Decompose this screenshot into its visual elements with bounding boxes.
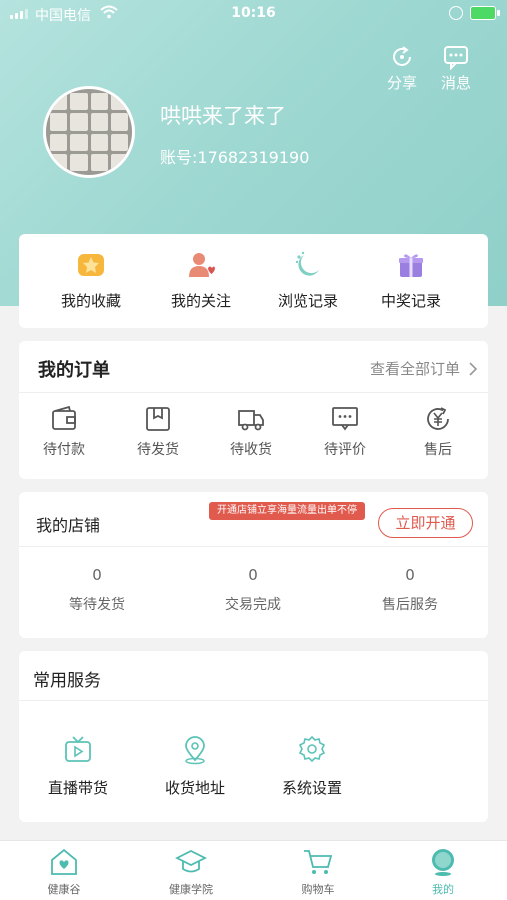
tab-cart[interactable]: 购物车 <box>273 847 363 897</box>
stat-value: 0 <box>92 566 102 584</box>
message-label: 消息 <box>440 74 471 92</box>
share-label: 分享 <box>386 74 417 92</box>
tv-icon <box>65 736 91 762</box>
live-selling-service[interactable]: 直播带货 <box>28 735 128 798</box>
clock: 10:16 <box>231 5 276 21</box>
gear-icon <box>298 735 326 763</box>
username: 哄哄来了来了 <box>160 104 286 128</box>
stat-label: 售后服务 <box>382 597 438 613</box>
comment-icon <box>332 407 358 431</box>
shop-header: 我的店铺 开通店铺立享海量流量出单不停 立即开通 <box>19 492 488 547</box>
stat-label: 交易完成 <box>225 597 281 613</box>
pending-review-label: 待评价 <box>324 442 366 458</box>
tab-label: 健康学院 <box>169 883 213 896</box>
favorites-label: 我的收藏 <box>60 292 121 310</box>
order-pending-review[interactable]: 待评价 <box>310 405 380 459</box>
stat-label: 等待发货 <box>69 597 125 613</box>
pending-receipt-label: 待收货 <box>230 442 272 458</box>
stat-completed[interactable]: 0 交易完成 <box>193 566 313 614</box>
favorites-link[interactable]: 我的收藏 <box>36 250 146 311</box>
history-label: 浏览记录 <box>277 292 338 310</box>
open-shop-button[interactable]: 立即开通 <box>378 508 473 538</box>
box-icon <box>146 407 170 431</box>
tab-label: 健康谷 <box>47 883 81 896</box>
truck-icon <box>238 410 264 431</box>
battery-icon <box>470 6 500 20</box>
avatar[interactable] <box>43 86 135 178</box>
stat-value: 0 <box>405 566 415 584</box>
star-icon <box>78 254 104 276</box>
stat-value: 0 <box>248 566 258 584</box>
status-bar: 中国电信 10:16 <box>0 0 507 28</box>
cart-icon <box>304 850 333 874</box>
settings-service[interactable]: 系统设置 <box>262 735 362 798</box>
orders-title: 我的订单 <box>38 360 110 381</box>
tab-label: 购物车 <box>301 883 335 896</box>
live-selling-label: 直播带货 <box>47 779 108 797</box>
follow-icon <box>189 253 215 277</box>
graduation-cap-icon <box>175 849 207 873</box>
order-pending-shipment[interactable]: 待发货 <box>123 405 193 459</box>
prize-records-label: 中奖记录 <box>380 292 441 310</box>
orders-header: 我的订单 查看全部订单 <box>19 341 488 393</box>
tab-health-valley[interactable]: 健康谷 <box>19 847 109 897</box>
tab-health-academy[interactable]: 健康学院 <box>146 847 236 897</box>
tab-label: 我的 <box>432 883 454 896</box>
orders-card: 我的订单 查看全部订单 待付款 待发货 待收货 待评价 售后 <box>19 341 488 479</box>
following-link[interactable]: 我的关注 <box>146 250 256 311</box>
quick-links-card: 我的收藏 我的关注 浏览记录 中奖记录 <box>19 234 488 328</box>
chevron-right-icon <box>469 361 478 376</box>
services-card: 常用服务 直播带货 收货地址 系统设置 <box>19 651 488 822</box>
prize-records-link[interactable]: 中奖记录 <box>356 250 466 311</box>
yen-refund-icon <box>427 407 449 430</box>
address-label: 收货地址 <box>164 779 225 797</box>
view-all-orders-link[interactable]: 查看全部订单 <box>370 358 478 379</box>
home-heart-icon <box>51 848 77 875</box>
message-icon <box>444 46 468 70</box>
following-label: 我的关注 <box>170 292 231 310</box>
services-header: 常用服务 <box>19 651 488 701</box>
message-button[interactable]: 消息 <box>436 44 476 93</box>
pending-shipment-label: 待发货 <box>137 442 179 458</box>
order-pending-payment[interactable]: 待付款 <box>29 405 99 459</box>
services-title: 常用服务 <box>33 671 101 691</box>
stat-after-sales[interactable]: 0 售后服务 <box>350 566 470 614</box>
view-all-label: 查看全部订单 <box>369 360 460 378</box>
order-after-sales[interactable]: 售后 <box>403 405 473 459</box>
rotation-lock-icon <box>449 6 463 20</box>
profile-icon <box>432 849 454 876</box>
after-sales-label: 售后 <box>424 442 452 458</box>
address-service[interactable]: 收货地址 <box>145 735 245 798</box>
location-icon <box>185 736 205 765</box>
history-icon <box>295 251 319 276</box>
shop-card: 我的店铺 开通店铺立享海量流量出单不停 立即开通 0 等待发货 0 交易完成 0… <box>19 492 488 638</box>
pending-payment-label: 待付款 <box>43 442 85 458</box>
tab-bar: 健康谷 健康学院 购物车 我的 <box>0 840 507 900</box>
tab-profile[interactable]: 我的 <box>398 847 488 897</box>
share-icon <box>393 46 411 66</box>
gift-icon <box>399 254 423 277</box>
account-number: 账号:17682319190 <box>160 148 310 167</box>
shop-title: 我的店铺 <box>36 516 101 535</box>
shop-promo-badge: 开通店铺立享海量流量出单不停 <box>209 502 365 520</box>
stat-awaiting-shipment[interactable]: 0 等待发货 <box>37 566 157 614</box>
wallet-icon <box>52 405 76 430</box>
share-button[interactable]: 分享 <box>382 44 422 93</box>
history-link[interactable]: 浏览记录 <box>253 250 363 311</box>
order-pending-receipt[interactable]: 待收货 <box>216 405 286 459</box>
settings-label: 系统设置 <box>281 779 342 797</box>
